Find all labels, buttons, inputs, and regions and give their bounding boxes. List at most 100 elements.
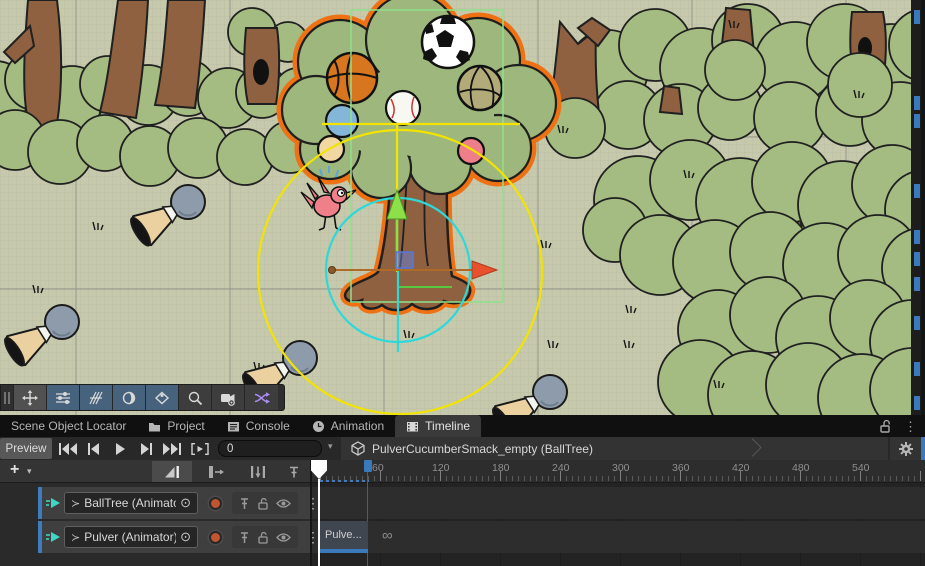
sliders-icon	[55, 390, 71, 406]
timeline-transport-bar: Preview	[0, 437, 925, 460]
timeline-settings-button[interactable]	[890, 437, 921, 460]
film-icon	[406, 420, 419, 433]
shuffle-icon	[254, 390, 270, 406]
animation-track-icon	[42, 530, 64, 544]
breadcrumb-title: PulverCucumberSmack_empty (BallTree)	[372, 442, 593, 456]
preview-toggle-button[interactable]: Preview	[0, 438, 52, 459]
add-track-caret[interactable]: ▾	[27, 466, 32, 477]
layers-tool-button[interactable]	[146, 385, 179, 410]
lock-icon[interactable]	[257, 497, 269, 510]
tab-project[interactable]: Project	[137, 415, 215, 437]
record-button[interactable]	[209, 497, 222, 510]
play-range-button[interactable]	[188, 438, 212, 459]
ruler-label: 60	[372, 462, 398, 474]
pin-icon[interactable]	[239, 497, 250, 510]
play-icon	[111, 443, 129, 455]
skip-start-button[interactable]	[56, 438, 80, 459]
ruler-label: 540	[852, 462, 878, 474]
duration-end-marker[interactable]	[364, 460, 372, 472]
sliders-tool-button[interactable]	[47, 385, 80, 410]
tab-animation[interactable]: Animation	[301, 415, 395, 437]
breadcrumb[interactable]: PulverCucumberSmack_empty (BallTree)	[341, 437, 888, 460]
skip-end-button[interactable]	[160, 438, 184, 459]
pulver-animation-clip[interactable]: Pulve...	[320, 521, 368, 553]
ruler-label: 180	[492, 462, 518, 474]
step-forward-button[interactable]	[134, 438, 158, 459]
marker-toggle-icon	[287, 465, 301, 479]
play-range-icon	[191, 443, 209, 455]
step-forward-icon	[137, 443, 155, 455]
xy-plane-handle[interactable]	[396, 252, 413, 268]
target-icon[interactable]: ⊙	[180, 529, 191, 545]
lock-icon[interactable]	[257, 531, 269, 544]
breadcrumb-chevron	[743, 438, 761, 456]
tab-label: Timeline	[425, 419, 470, 433]
eye-icon[interactable]	[276, 498, 291, 509]
lane-pulver[interactable]	[312, 521, 925, 553]
frame-options-caret[interactable]: ▾	[328, 441, 333, 452]
clip-loop-indicator: ∞	[382, 521, 393, 553]
tab-console[interactable]: Console	[216, 415, 301, 437]
step-back-icon	[85, 443, 103, 455]
tab-scene-object-locator[interactable]: Scene Object Locator	[0, 415, 137, 437]
target-icon[interactable]: ⊙	[180, 495, 191, 511]
console-icon	[227, 420, 240, 433]
editor-window: .bush{fill:#a4bb82;stroke:#202020;stroke…	[0, 0, 925, 566]
sphere-tool-button[interactable]	[113, 385, 146, 410]
current-frame-field[interactable]: 0	[218, 440, 322, 457]
tab-label: Project	[167, 419, 204, 433]
move-tool-button[interactable]	[14, 385, 47, 410]
track-row-pulver[interactable]: ≻ Pulver (Animator) ⊙	[38, 521, 310, 553]
track-toggles	[232, 526, 298, 548]
scene-toolbar	[0, 384, 285, 411]
eye-icon[interactable]	[276, 532, 291, 543]
camera-preview-button[interactable]	[212, 385, 245, 410]
timeline-ruler[interactable]: 0 60 120 180 240 300 360 420 480 540	[312, 460, 925, 483]
mix-mode-button[interactable]	[152, 461, 192, 482]
ripple-mode-icon	[208, 465, 224, 479]
tab-label: Animation	[331, 419, 384, 433]
basketball	[327, 53, 377, 103]
ruler-label: 300	[612, 462, 638, 474]
timeline-panel: 0 60 120 180 240 300 360 420 480 540 Pul…	[0, 460, 925, 566]
hatch-tool-button[interactable]	[80, 385, 113, 410]
record-button[interactable]	[209, 531, 222, 544]
ripple-mode-button[interactable]	[198, 461, 234, 482]
add-track-button[interactable]: +	[10, 461, 19, 479]
ruler-label: 420	[732, 462, 758, 474]
gear-icon	[899, 442, 913, 456]
track-label: Pulver (Animator)	[84, 530, 176, 544]
zoom-tool-button[interactable]	[179, 385, 212, 410]
track-toggles	[232, 492, 298, 514]
panel-menu-button[interactable]: ⋮	[904, 420, 917, 433]
sphere-icon	[121, 390, 137, 406]
magnifier-icon	[187, 390, 203, 406]
baseball	[386, 91, 420, 125]
timeline-track-panel: + ▾	[0, 460, 310, 566]
track-name-box[interactable]: ≻ BallTree (Animator) ⊙	[64, 492, 198, 514]
skip-end-icon	[163, 443, 182, 455]
track-name-box[interactable]: ≻ Pulver (Animator) ⊙	[64, 526, 198, 548]
marker-toggle-button[interactable]	[282, 461, 306, 482]
scene-canvas: .bush{fill:#a4bb82;stroke:#202020;stroke…	[0, 0, 925, 415]
ruler-label: 240	[552, 462, 578, 474]
track-glyph: ≻	[71, 531, 80, 544]
play-button[interactable]	[108, 438, 132, 459]
unlock-icon[interactable]	[878, 419, 892, 433]
tab-label: Scene Object Locator	[11, 419, 126, 433]
pin-icon[interactable]	[239, 531, 250, 544]
replace-mode-button[interactable]	[240, 461, 276, 482]
track-row-balltree[interactable]: ≻ BallTree (Animator) ⊙	[38, 487, 310, 519]
timeline-lanes[interactable]: 0 60 120 180 240 300 360 420 480 540 Pul…	[312, 460, 925, 566]
duration-range-dots	[320, 480, 369, 482]
hatch-icon	[88, 390, 104, 406]
shuffle-tool-button[interactable]	[245, 385, 278, 410]
skip-start-icon	[59, 443, 77, 455]
scene-view[interactable]: .bush{fill:#a4bb82;stroke:#202020;stroke…	[0, 0, 925, 415]
ruler-label: 120	[432, 462, 458, 474]
tab-timeline[interactable]: Timeline	[395, 415, 481, 437]
step-back-button[interactable]	[82, 438, 106, 459]
toolbar-drag-grip[interactable]	[1, 385, 14, 410]
lane-balltree[interactable]	[312, 487, 925, 519]
track-glyph: ≻	[71, 497, 80, 510]
